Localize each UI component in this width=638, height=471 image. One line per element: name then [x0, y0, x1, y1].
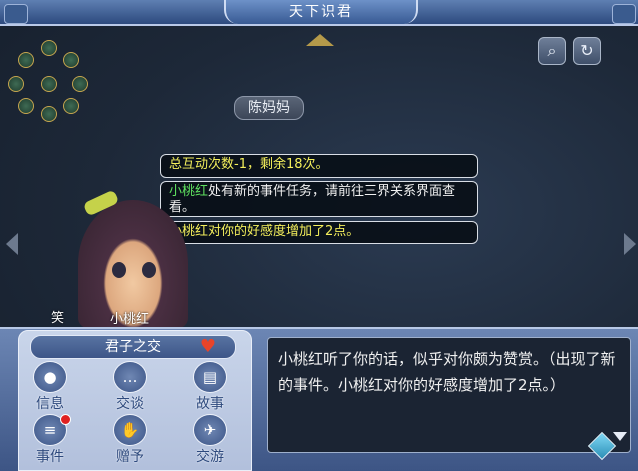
notification-interaction-count: 总互动次数-1，剩余18次。	[160, 154, 478, 178]
chat-bubble-icon: …	[113, 361, 147, 393]
notification-character-name: 小桃红	[169, 184, 209, 199]
event-button-label: 事件	[36, 449, 64, 465]
portrait-eye	[112, 262, 126, 278]
bagua-compass-icon[interactable]	[8, 40, 88, 122]
compass-node[interactable]	[72, 76, 88, 92]
gift-button[interactable]: ✋ 赠予	[100, 414, 160, 466]
story-button-label: 故事	[196, 396, 224, 412]
character-expression: 笑	[51, 311, 65, 326]
event-button[interactable]: ≡ 事件	[20, 414, 80, 466]
info-button-label: 信息	[36, 396, 64, 412]
notification-new-event: 小桃红处有新的事件任务，请前往三界关系界面查看。	[160, 181, 478, 217]
npc-name-label[interactable]: 陈妈妈	[234, 96, 304, 120]
travel-button-label: 交游	[196, 449, 224, 465]
game-scene: 天下识君 ⌕ ↻ 陈妈妈 总互动次数-1，剩余18次。 小桃红处有新的事件任务，…	[0, 0, 638, 471]
notification-text: 总互动次数-1，剩余18次。	[169, 157, 329, 172]
compass-node[interactable]	[41, 76, 57, 92]
compass-node[interactable]	[8, 76, 24, 92]
gift-button-label: 赠予	[116, 449, 144, 465]
compass-node[interactable]	[18, 52, 34, 68]
window-title: 天下识君	[224, 0, 418, 24]
continue-arrow-icon[interactable]	[613, 432, 627, 441]
notification-text: 小桃红对你的好感度增加了2点。	[169, 224, 360, 239]
travel-icon: ✈	[193, 414, 227, 446]
compass-node[interactable]	[63, 98, 79, 114]
compass-node[interactable]	[41, 106, 57, 122]
compass-node[interactable]	[41, 40, 57, 56]
heart-icon: ♥	[199, 336, 217, 357]
book-icon: ▤	[193, 361, 227, 393]
compass-node[interactable]	[63, 52, 79, 68]
notification-text: 处有新的事件任务，请前往三界关系界面查看。	[169, 184, 456, 215]
chat-button[interactable]: … 交谈	[100, 361, 160, 413]
top-left-corner-button[interactable]	[4, 4, 28, 24]
top-right-corner-button[interactable]	[612, 4, 636, 24]
story-button[interactable]: ▤ 故事	[180, 361, 240, 413]
person-icon: ●	[33, 361, 67, 393]
portrait-eye	[142, 262, 156, 278]
travel-button[interactable]: ✈ 交游	[180, 414, 240, 466]
search-button[interactable]: ⌕	[538, 37, 566, 65]
event-notification-badge	[60, 414, 71, 425]
compass-node[interactable]	[18, 98, 34, 114]
info-button[interactable]: ● 信息	[20, 361, 80, 413]
dialogue-box[interactable]: 小桃红听了你的话，似乎对你颇为赞赏。（出现了新的事件。小桃红对你的好感度增加了2…	[267, 337, 631, 453]
previous-arrow-icon[interactable]	[6, 233, 18, 255]
notification-affection: ✚ 小桃红对你的好感度增加了2点。	[141, 221, 478, 244]
chat-button-label: 交谈	[116, 396, 144, 412]
refresh-button[interactable]: ↻	[573, 37, 601, 65]
scroll-up-arrow-icon[interactable]	[306, 34, 334, 46]
next-arrow-icon[interactable]	[624, 233, 636, 255]
gift-hand-icon: ✋	[113, 414, 147, 446]
character-name: 小桃红	[110, 312, 150, 327]
